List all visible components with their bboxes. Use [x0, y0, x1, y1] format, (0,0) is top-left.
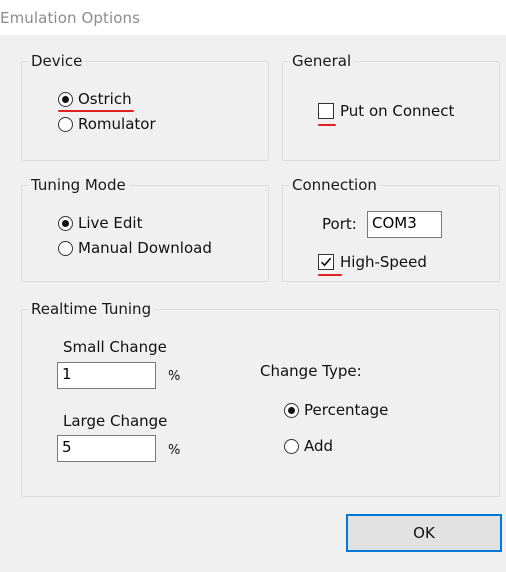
romulator-radio[interactable] [58, 117, 73, 132]
ok-button[interactable]: OK [346, 514, 502, 552]
high-speed-label[interactable]: High-Speed [340, 254, 427, 271]
romulator-radio-label[interactable]: Romulator [78, 116, 156, 133]
put-on-connect-label[interactable]: Put on Connect [340, 103, 454, 120]
large-change-input[interactable]: 5 [57, 435, 156, 462]
window-title: Emulation Options [0, 9, 141, 27]
percentage-radio-label[interactable]: Percentage [304, 402, 388, 419]
large-change-label: Large Change [63, 412, 168, 430]
connection-group-legend: Connection [292, 176, 377, 194]
realtime-tuning-group: Realtime Tuning [21, 301, 500, 497]
small-change-unit: % [168, 369, 181, 384]
large-change-unit: % [168, 443, 181, 458]
red-annotation-underline [318, 274, 342, 276]
change-type-label: Change Type: [260, 362, 362, 380]
percentage-radio[interactable] [284, 403, 299, 418]
port-label: Port: [322, 215, 357, 233]
general-group-legend: General [292, 52, 352, 70]
add-radio[interactable] [284, 439, 299, 454]
manual-download-radio[interactable] [58, 241, 73, 256]
ostrich-radio-label[interactable]: Ostrich [78, 91, 132, 108]
red-annotation-underline [318, 124, 336, 126]
checkmark-icon [320, 257, 332, 267]
small-change-label: Small Change [63, 338, 167, 356]
live-edit-radio[interactable] [58, 216, 73, 231]
tuning-mode-group: Tuning Mode [21, 177, 269, 282]
red-annotation-underline [58, 110, 134, 112]
add-radio-label[interactable]: Add [304, 438, 333, 455]
ostrich-radio[interactable] [58, 92, 73, 107]
tuning-mode-group-legend: Tuning Mode [31, 176, 126, 194]
realtime-tuning-group-legend: Realtime Tuning [31, 300, 152, 318]
device-group-legend: Device [31, 52, 83, 70]
small-change-input[interactable]: 1 [57, 362, 156, 389]
live-edit-radio-label[interactable]: Live Edit [78, 215, 142, 232]
manual-download-radio-label[interactable]: Manual Download [78, 240, 212, 257]
emulation-options-dialog: Device Ostrich Romulator General Put on … [0, 35, 506, 572]
high-speed-checkbox[interactable] [318, 254, 334, 270]
put-on-connect-checkbox[interactable] [318, 103, 334, 119]
port-input[interactable]: COM3 [367, 211, 442, 238]
device-group: Device [21, 53, 269, 161]
